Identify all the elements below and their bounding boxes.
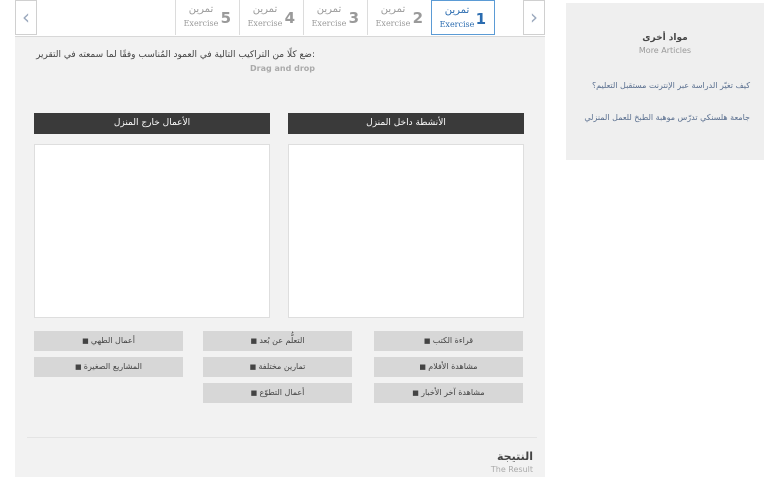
tab-label-en: Exercise (311, 19, 347, 28)
next-arrow-icon[interactable]: ‹ (15, 0, 37, 35)
tab-number: 2 (412, 9, 423, 27)
tab-label-ar: تمرين (316, 4, 342, 15)
tab-label-ar: تمرين (444, 5, 470, 16)
drop-zone-inside[interactable] (288, 144, 524, 318)
sidebar-title: مواد أخرى (642, 33, 688, 43)
divider (27, 437, 537, 438)
tab-label-en: Exercise (247, 19, 283, 28)
tab-label-ar: تمرين (380, 4, 406, 15)
exercise-tab-bar: ‹ تمرين Exercise 5 تمرين Exercise 4 تمري… (15, 0, 545, 37)
column-header-outside: الأعمال خارج المنزل (34, 113, 270, 134)
instruction-subtitle: Drag and drop (250, 64, 315, 73)
sidebar-subtitle: More Articles (638, 46, 692, 55)
draggable-chip[interactable]: التعلُّم عن بُعد (203, 331, 352, 351)
result-subtitle: The Result (490, 465, 533, 474)
tab-label-ar: تمرين (188, 4, 214, 15)
tab-number: 4 (284, 9, 295, 27)
draggable-chip[interactable]: تمارين مختلفة (203, 357, 352, 377)
column-header-inside: الأنشطة داخل المنزل (288, 113, 524, 134)
tab-exercise-1[interactable]: تمرين Exercise 1 (431, 0, 495, 35)
tab-number: 3 (348, 9, 359, 27)
sidebar-article-link[interactable]: جامعة هلسنكي تدرّس موهبة الطبخ للعمل الم… (575, 112, 750, 123)
draggable-chip[interactable]: أعمال الطهي (34, 331, 183, 351)
tab-exercise-5[interactable]: تمرين Exercise 5 (175, 0, 239, 35)
tab-exercise-3[interactable]: تمرين Exercise 3 (303, 0, 367, 35)
tab-exercise-4[interactable]: تمرين Exercise 4 (239, 0, 303, 35)
tab-exercise-2[interactable]: تمرين Exercise 2 (367, 0, 431, 35)
tab-label-ar: تمرين (252, 4, 278, 15)
tab-label-en: Exercise (183, 19, 219, 28)
tab-number: 1 (475, 10, 486, 28)
drop-zone-outside[interactable] (34, 144, 270, 318)
draggable-chip[interactable]: مشاهدة الأفلام (374, 357, 523, 377)
draggable-chip[interactable]: مشاهدة آخر الأخبار (374, 383, 523, 403)
draggable-chip[interactable]: أعمال التطوّع (203, 383, 352, 403)
tab-label-en: Exercise (439, 20, 475, 29)
draggable-chip[interactable]: المشاريع الصغيرة (34, 357, 183, 377)
tab-number: 5 (220, 9, 231, 27)
instruction-text: ضع كلًا من التراكيب التالية في العمود ال… (36, 50, 315, 60)
draggable-chip[interactable]: قراءة الكتب (374, 331, 523, 351)
tab-label-en: Exercise (375, 19, 411, 28)
exercise-panel: ‹ تمرين Exercise 5 تمرين Exercise 4 تمري… (15, 0, 545, 477)
result-title: النتيجة (497, 450, 533, 463)
more-articles-sidebar: مواد أخرى More Articles كيف تغيّر الدراس… (566, 3, 764, 160)
sidebar-article-link[interactable]: كيف تغيّر الدراسة عبر الإنترنت مستقبل ال… (575, 80, 750, 91)
prev-arrow-icon[interactable]: › (523, 0, 545, 35)
